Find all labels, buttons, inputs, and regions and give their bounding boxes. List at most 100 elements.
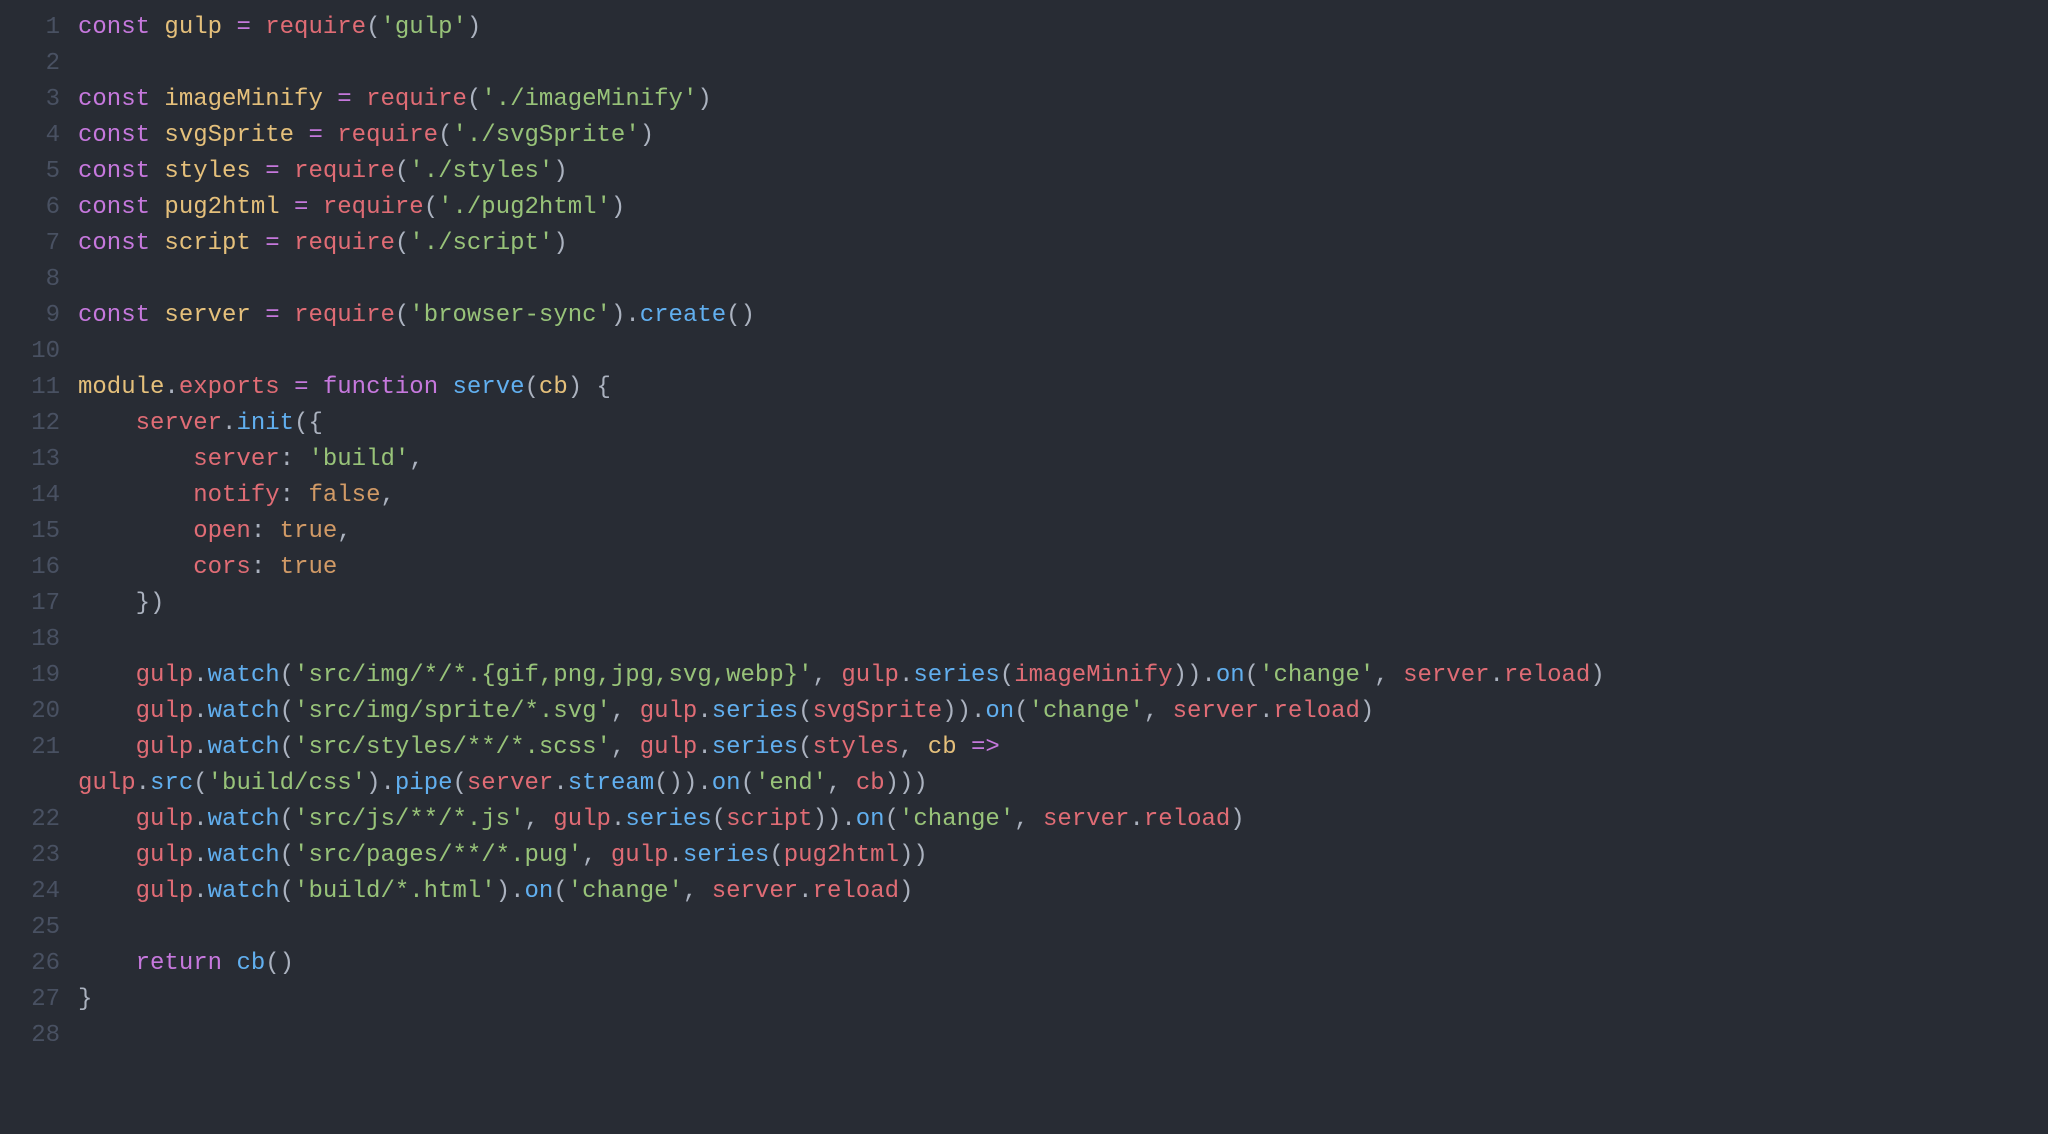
line-number: 6 (0, 190, 78, 226)
code-line[interactable]: 10 (0, 334, 2048, 370)
code-content[interactable] (78, 622, 2048, 658)
code-content[interactable] (78, 1018, 2048, 1054)
code-content[interactable]: gulp.watch('src/pages/**/*.pug', gulp.se… (78, 838, 2048, 874)
code-content[interactable]: const server = require('browser-sync').c… (78, 298, 2048, 334)
code-token: , (899, 734, 928, 761)
code-content[interactable]: const pug2html = require('./pug2html') (78, 190, 2048, 226)
code-token: script (164, 230, 250, 257)
code-content[interactable]: const gulp = require('gulp') (78, 10, 2048, 46)
code-token (222, 14, 236, 41)
line-number: 23 (0, 838, 78, 874)
code-content[interactable]: gulp.watch('src/js/**/*.js', gulp.series… (78, 802, 2048, 838)
code-token: gulp (136, 734, 194, 761)
code-line[interactable]: 2 (0, 46, 2048, 82)
code-token: module (78, 374, 164, 401)
code-line[interactable]: 22 gulp.watch('src/js/**/*.js', gulp.ser… (0, 802, 2048, 838)
code-line[interactable]: 15 open: true, (0, 514, 2048, 550)
code-token: svgSprite (813, 698, 943, 725)
code-token: 'build/*.html' (294, 878, 496, 905)
code-token: on (985, 698, 1014, 725)
code-token: ) (611, 194, 625, 221)
code-content[interactable]: const svgSprite = require('./svgSprite') (78, 118, 2048, 154)
code-token: . (193, 806, 207, 833)
code-line[interactable]: 27} (0, 982, 2048, 1018)
code-content[interactable] (78, 334, 2048, 370)
code-token: ( (280, 734, 294, 761)
code-token: ))) (885, 770, 928, 797)
code-line[interactable]: 13 server: 'build', (0, 442, 2048, 478)
code-token (78, 878, 136, 905)
code-token: . (193, 698, 207, 725)
code-line[interactable]: 25 (0, 910, 2048, 946)
code-line[interactable]: 14 notify: false, (0, 478, 2048, 514)
code-line[interactable]: 18 (0, 622, 2048, 658)
code-token: cors (193, 554, 251, 581)
code-token: ). (366, 770, 395, 797)
code-content[interactable]: gulp.watch('src/img/*/*.{gif,png,jpg,svg… (78, 658, 2048, 694)
code-line[interactable]: 19 gulp.watch('src/img/*/*.{gif,png,jpg,… (0, 658, 2048, 694)
code-content[interactable]: notify: false, (78, 478, 2048, 514)
line-number: 26 (0, 946, 78, 982)
code-token: => (971, 734, 1000, 761)
code-content[interactable]: const imageMinify = require('./imageMini… (78, 82, 2048, 118)
code-content[interactable]: gulp.watch('src/styles/**/*.scss', gulp.… (78, 730, 2048, 766)
code-content[interactable]: gulp.watch('build/*.html').on('change', … (78, 874, 2048, 910)
code-line[interactable]: 21 gulp.watch('src/styles/**/*.scss', gu… (0, 730, 2048, 766)
code-token (280, 302, 294, 329)
code-line[interactable]: 6const pug2html = require('./pug2html') (0, 190, 2048, 226)
code-token (323, 122, 337, 149)
code-token: open (193, 518, 251, 545)
code-line[interactable]: 17 }) (0, 586, 2048, 622)
code-line[interactable]: 23 gulp.watch('src/pages/**/*.pug', gulp… (0, 838, 2048, 874)
code-token (78, 806, 136, 833)
code-token (323, 86, 337, 113)
code-token: , (611, 734, 640, 761)
code-content[interactable]: server.init({ (78, 406, 2048, 442)
code-token: pipe (395, 770, 453, 797)
code-content[interactable]: gulp.src('build/css').pipe(server.stream… (78, 766, 2048, 802)
code-content[interactable]: open: true, (78, 514, 2048, 550)
code-line[interactable]: 7const script = require('./script') (0, 226, 2048, 262)
code-token: . (697, 698, 711, 725)
code-content[interactable]: cors: true (78, 550, 2048, 586)
code-line[interactable]: 16 cors: true (0, 550, 2048, 586)
line-number: 22 (0, 802, 78, 838)
code-token: ) (553, 158, 567, 185)
code-line[interactable]: 9const server = require('browser-sync').… (0, 298, 2048, 334)
code-line[interactable]: 8 (0, 262, 2048, 298)
code-content[interactable]: return cb() (78, 946, 2048, 982)
code-content[interactable]: }) (78, 586, 2048, 622)
code-editor[interactable]: 1const gulp = require('gulp')2 3const im… (0, 0, 2048, 1064)
code-line[interactable]: 11module.exports = function serve(cb) { (0, 370, 2048, 406)
code-token: gulp (640, 698, 698, 725)
code-content[interactable] (78, 46, 2048, 82)
code-content[interactable] (78, 910, 2048, 946)
code-line[interactable]: 12 server.init({ (0, 406, 2048, 442)
code-token: watch (208, 842, 280, 869)
code-line[interactable]: 5const styles = require('./styles') (0, 154, 2048, 190)
code-line[interactable]: 24 gulp.watch('build/*.html').on('change… (0, 874, 2048, 910)
code-token: = (265, 230, 279, 257)
code-token (150, 86, 164, 113)
code-content[interactable] (78, 262, 2048, 298)
code-content[interactable]: } (78, 982, 2048, 1018)
code-token: const (78, 14, 150, 41)
code-token: } (78, 986, 92, 1013)
code-token: on (525, 878, 554, 905)
code-token: './script' (409, 230, 553, 257)
code-token: ( (712, 806, 726, 833)
code-content[interactable]: module.exports = function serve(cb) { (78, 370, 2048, 406)
code-token (78, 482, 193, 509)
code-line[interactable]: 20 gulp.watch('src/img/sprite/*.svg', gu… (0, 694, 2048, 730)
code-content[interactable]: const styles = require('./styles') (78, 154, 2048, 190)
code-content[interactable]: gulp.watch('src/img/sprite/*.svg', gulp.… (78, 694, 2048, 730)
code-line[interactable]: 3const imageMinify = require('./imageMin… (0, 82, 2048, 118)
code-line[interactable]: 1const gulp = require('gulp') (0, 10, 2048, 46)
code-token: gulp (136, 662, 194, 689)
code-line[interactable]: 4const svgSprite = require('./svgSprite'… (0, 118, 2048, 154)
code-line[interactable]: 28 (0, 1018, 2048, 1054)
code-content[interactable]: const script = require('./script') (78, 226, 2048, 262)
code-content[interactable]: server: 'build', (78, 442, 2048, 478)
code-line[interactable]: gulp.src('build/css').pipe(server.stream… (0, 766, 2048, 802)
code-line[interactable]: 26 return cb() (0, 946, 2048, 982)
